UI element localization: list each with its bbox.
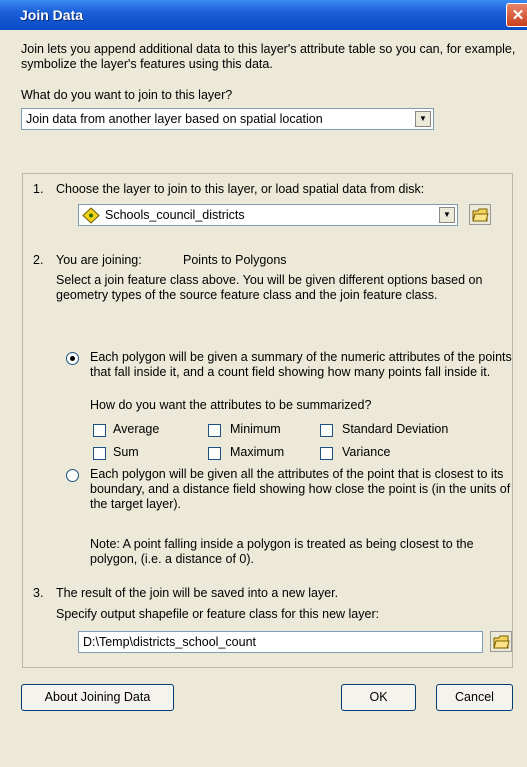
average-checkbox[interactable]: [93, 424, 106, 437]
step2-label: You are joining:: [56, 253, 142, 267]
join-kind-value: Points to Polygons: [183, 253, 287, 267]
point-layer-icon: [82, 207, 100, 227]
chevron-down-icon[interactable]: ▼: [439, 207, 455, 223]
variance-checkbox[interactable]: [320, 447, 333, 460]
step1-label: Choose the layer to join to this layer, …: [56, 182, 425, 196]
join-layer-select[interactable]: Schools_council_districts ▼: [78, 204, 458, 226]
chevron-down-icon[interactable]: ▼: [415, 111, 431, 127]
sum-label: Sum: [113, 445, 139, 459]
step2-number: 2.: [33, 253, 44, 267]
step3-sublabel: Specify output shapefile or feature clas…: [56, 607, 380, 621]
join-type-select[interactable]: Join data from another layer based on sp…: [21, 108, 434, 130]
closest-option-text: Each polygon will be given all the attri…: [90, 467, 511, 511]
sum-checkbox[interactable]: [93, 447, 106, 460]
summarize-question: How do you want the attributes to be sum…: [90, 398, 372, 412]
title-bar: Join Data ✕: [0, 0, 527, 30]
summary-option-text: Each polygon will be given a summary of …: [90, 350, 512, 379]
step2-description: Select a join feature class above. You w…: [56, 273, 483, 302]
cancel-button[interactable]: Cancel: [436, 684, 513, 711]
close-button[interactable]: ✕: [506, 3, 527, 27]
open-folder-icon: [472, 208, 489, 222]
maximum-checkbox[interactable]: [208, 447, 221, 460]
browse-layer-button[interactable]: [469, 204, 491, 225]
browse-output-button[interactable]: [490, 631, 512, 652]
output-path-value: D:\Temp\districts_school_count: [83, 635, 256, 649]
dialog-title: Join Data: [20, 7, 84, 23]
summary-radio[interactable]: [66, 352, 79, 365]
output-path-input[interactable]: D:\Temp\districts_school_count: [78, 631, 483, 653]
closest-note: Note: A point falling inside a polygon i…: [90, 537, 474, 566]
close-icon: ✕: [511, 7, 525, 24]
ok-button[interactable]: OK: [341, 684, 416, 711]
average-label: Average: [113, 422, 160, 436]
join-data-dialog: Join Data ✕ Join lets you append additio…: [0, 0, 527, 767]
minimum-label: Minimum: [230, 422, 281, 436]
std-dev-checkbox[interactable]: [320, 424, 333, 437]
step1-number: 1.: [33, 182, 44, 196]
about-joining-data-button[interactable]: About Joining Data: [21, 684, 174, 711]
join-layer-value: Schools_council_districts: [105, 208, 245, 222]
join-type-value: Join data from another layer based on sp…: [26, 112, 323, 126]
variance-label: Variance: [342, 445, 391, 459]
step3-number: 3.: [33, 586, 44, 600]
intro-text: Join lets you append additional data to …: [21, 42, 516, 71]
open-folder-icon: [493, 635, 510, 649]
maximum-label: Maximum: [230, 445, 285, 459]
closest-radio[interactable]: [66, 469, 79, 482]
join-question-label: What do you want to join to this layer?: [21, 88, 233, 102]
minimum-checkbox[interactable]: [208, 424, 221, 437]
std-dev-label: Standard Deviation: [342, 422, 449, 436]
step3-label: The result of the join will be saved int…: [56, 586, 339, 600]
